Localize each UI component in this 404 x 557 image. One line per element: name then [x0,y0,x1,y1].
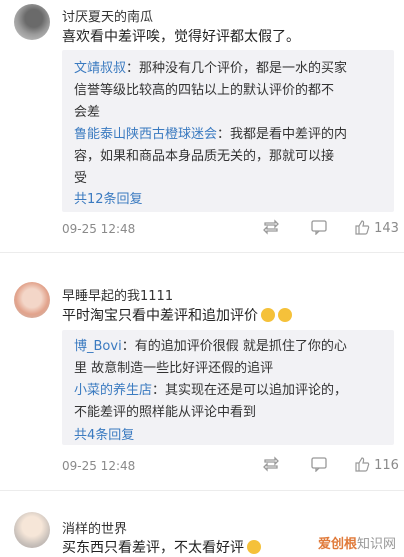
reply-username[interactable]: 鲁能泰山陕西古橙球迷会 [74,127,217,142]
emoji-icon [261,308,275,322]
more-replies-link[interactable]: 共12条回复 [74,188,143,207]
reply-username[interactable]: 文靖叔叔 [74,61,126,76]
like-count: 116 [374,458,399,473]
comment-text: 喜欢看中差评唉，觉得好评都太假了。 [62,29,300,45]
reply-line: 鲁能泰山陕西古橙球迷会：我都是看中差评的内 [74,127,348,142]
reply-box: 博_Bovi：有的追加评价很假 就是抓住了你的心 里 故意制造一些比好评还假的追… [62,330,394,445]
comment-text: 买东西只看差评，不太看好评 [62,537,261,557]
avatar[interactable] [14,512,50,548]
reply-line: 里 故意制造一些比好评还假的追评 [74,361,274,376]
reply-box: 文靖叔叔：那种没有几个评价，都是一水的买家 信誉等级比较高的四钻以上的默认评价的… [62,50,394,212]
reply-line: 小菜的养生店：其实现在还是可以追加评论的， [74,383,348,398]
comment-icon[interactable] [310,219,328,239]
timestamp: 09-25 12:48 [62,459,136,473]
like-button[interactable]: 116 [354,456,399,473]
emoji-icon [247,540,261,554]
reply-line: 受 [74,171,88,186]
reply-line: 信誉等级比较高的四钻以上的默认评价的都不 [74,83,335,98]
comment-icon[interactable] [310,456,328,476]
reply-username[interactable]: 博_Bovi [74,339,122,354]
reply-line: 会差 [74,105,101,120]
avatar[interactable] [14,282,50,318]
divider [0,490,404,491]
comment-text: 平时淘宝只看中差评和追加评价 [62,305,292,325]
reply-line: 容，如果和商品本身品质无关的，那就可以接 [74,149,335,164]
timestamp: 09-25 12:48 [62,222,136,236]
more-replies-link[interactable]: 共4条回复 [74,424,134,443]
like-button[interactable]: 143 [354,219,399,236]
emoji-icon [278,308,292,322]
username[interactable]: 讨厌夏天的南瓜 [62,6,153,25]
username[interactable]: 早睡早起的我1111 [62,285,173,304]
reply-username[interactable]: 小菜的养生店 [74,383,152,398]
reply-line: 不能差评的照样能从评论中看到 [74,405,257,420]
avatar[interactable] [14,4,50,40]
reply-line: 文靖叔叔：那种没有几个评价，都是一水的买家 [74,61,348,76]
watermark: 爱创根知识网 [317,537,396,552]
like-icon [355,457,370,472]
repost-icon[interactable] [262,456,280,476]
divider [0,252,404,253]
username[interactable]: 消样的世界 [62,518,127,537]
repost-icon[interactable] [262,219,280,239]
reply-line: 博_Bovi：有的追加评价很假 就是抓住了你的心 [74,339,347,354]
like-count: 143 [374,221,399,236]
like-icon [355,220,370,235]
